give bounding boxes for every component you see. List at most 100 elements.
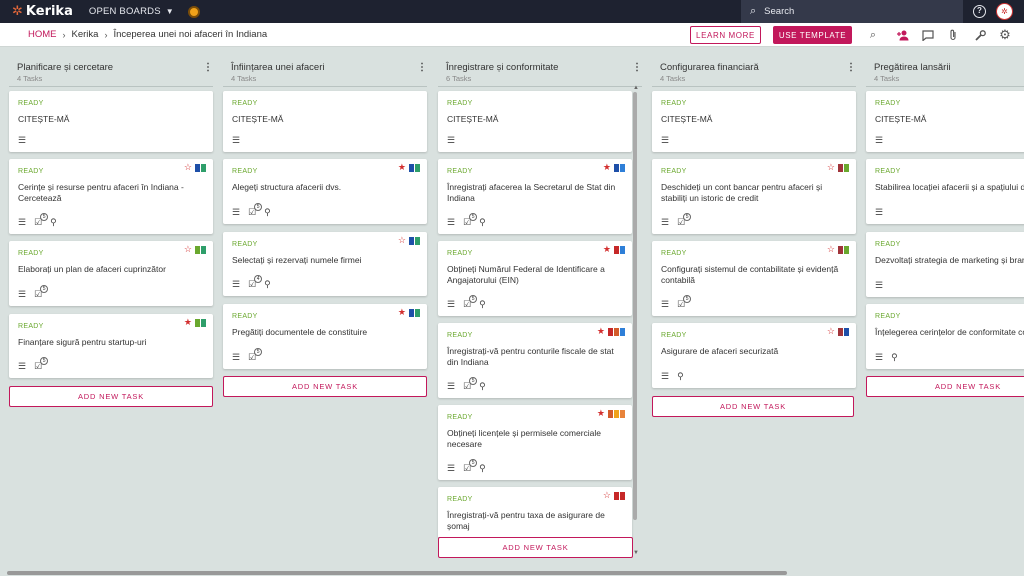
column-task-count: 4 Tasks <box>660 74 686 83</box>
status-label: READY <box>875 168 901 175</box>
task-card[interactable]: READY Înțelegerea cerințelor de conformi… <box>866 304 1024 369</box>
add-person-icon[interactable] <box>896 28 910 42</box>
task-card[interactable]: ☆ READY Înregistrați-vă pentru taxa de a… <box>438 487 632 537</box>
sun-badge-icon[interactable] <box>187 5 200 18</box>
more-vert-icon[interactable]: ⋮ <box>203 62 213 73</box>
description-icon: ☰ <box>232 352 241 362</box>
column-title[interactable]: Planificare și cercetare <box>17 62 213 73</box>
star-filled-icon[interactable]: ★ <box>184 318 192 327</box>
column-title[interactable]: Înregistrare și conformitate <box>446 62 642 73</box>
bookmark-icon <box>620 245 625 254</box>
checklist-count: 5 <box>254 348 263 356</box>
more-vert-icon[interactable]: ⋮ <box>846 62 856 73</box>
scroll-up-arrow-icon[interactable]: ▲ <box>633 85 639 91</box>
column-task-count: 4 Tasks <box>874 74 900 83</box>
task-title: CITEȘTE-MĂ <box>661 114 713 124</box>
task-card[interactable]: READY CITEȘTE-MĂ ☰ <box>866 91 1024 152</box>
breadcrumb-home[interactable]: HOME <box>28 29 57 40</box>
breadcrumb-item-kerika[interactable]: Kerika <box>72 29 99 40</box>
star-filled-icon[interactable]: ★ <box>603 163 611 172</box>
task-card[interactable]: ☆ READY Elaborați un plan de afaceri cup… <box>9 241 213 306</box>
star-outline-icon[interactable]: ☆ <box>827 245 835 254</box>
use-template-button[interactable]: USE TEMPLATE <box>773 26 852 44</box>
star-outline-icon[interactable]: ☆ <box>827 163 835 172</box>
task-card[interactable]: ★ READY Finanțare sigură pentru startup-… <box>9 314 213 378</box>
add-new-task-button[interactable]: ADD NEW TASK <box>9 386 213 407</box>
task-card[interactable]: READY Dezvoltați strategia de marketing … <box>866 232 1024 297</box>
star-filled-icon[interactable]: ★ <box>597 327 605 336</box>
star-filled-icon[interactable]: ★ <box>597 409 605 418</box>
logo-text: Kerika <box>25 4 73 19</box>
star-outline-icon[interactable]: ☆ <box>184 245 192 254</box>
task-card[interactable]: READY CITEȘTE-MĂ ☰ <box>223 91 427 152</box>
attachment-icon[interactable] <box>946 28 960 42</box>
task-card[interactable]: ★ READY Obțineți Numărul Federal de Iden… <box>438 241 632 316</box>
star-filled-icon[interactable]: ★ <box>398 163 406 172</box>
kerika-logo[interactable]: ✲ Kerika <box>12 4 73 19</box>
open-boards-menu[interactable]: OPEN BOARDS ▼ <box>89 6 174 17</box>
column-scrollbar[interactable] <box>633 92 637 520</box>
star-outline-icon[interactable]: ☆ <box>603 491 611 500</box>
bookmark-icon <box>608 327 613 336</box>
bookmark-icon <box>415 308 420 317</box>
task-card[interactable]: ☆ READY Cerințe și resurse pentru afacer… <box>9 159 213 234</box>
status-label: READY <box>447 332 473 339</box>
task-card[interactable]: ★ READY Pregătiți documentele de constit… <box>223 304 427 369</box>
task-tags: ★ <box>184 318 206 327</box>
task-card[interactable]: READY CITEȘTE-MĂ ☰ <box>438 91 632 152</box>
attachment-icon: ⚲ <box>479 299 486 309</box>
scroll-down-arrow-icon[interactable]: ▼ <box>633 550 639 556</box>
task-card[interactable]: ☆ READY Asigurare de afaceri securizată … <box>652 323 856 388</box>
star-outline-icon[interactable]: ☆ <box>398 236 406 245</box>
gear-icon[interactable]: ⚙ <box>998 27 1012 42</box>
task-card[interactable]: ★ READY Înregistrați-vă pentru conturile… <box>438 323 632 398</box>
column-title[interactable]: Configurarea financiară <box>660 62 856 73</box>
star-filled-icon[interactable]: ★ <box>603 245 611 254</box>
star-filled-icon[interactable]: ★ <box>398 308 406 317</box>
board-horizontal-scrollbar[interactable] <box>7 571 787 575</box>
learn-more-button[interactable]: LEARN MORE <box>690 26 761 44</box>
column-title[interactable]: Pregătirea lansării <box>874 62 1024 73</box>
task-board: Planificare și cercetare 4 Tasks ⋮ READY… <box>0 48 1024 570</box>
bookmark-icon <box>614 409 619 418</box>
bookmark-icon <box>409 308 414 317</box>
chat-icon[interactable] <box>921 28 935 42</box>
status-label: READY <box>232 100 258 107</box>
task-card[interactable]: READY CITEȘTE-MĂ ☰ <box>652 91 856 152</box>
bookmark-icon <box>614 163 619 172</box>
search-bar[interactable]: ⌕ Search <box>741 0 963 23</box>
avatar[interactable]: ✲ <box>996 3 1013 20</box>
wrench-icon[interactable] <box>973 28 987 42</box>
add-new-task-button[interactable]: ADD NEW TASK <box>438 537 633 558</box>
bookmark-icon <box>409 163 414 172</box>
column-title[interactable]: Înființarea unei afaceri <box>231 62 427 73</box>
task-card[interactable]: ☆ READY Configurați sistemul de contabil… <box>652 241 856 316</box>
star-outline-icon[interactable]: ☆ <box>827 327 835 336</box>
checklist-icon: ☑ 5 <box>463 377 478 391</box>
add-new-task-button[interactable]: ADD NEW TASK <box>652 396 854 417</box>
task-tags: ★ <box>398 308 420 317</box>
column-task-count: 6 Tasks <box>446 74 472 83</box>
add-new-task-button[interactable]: ADD NEW TASK <box>223 376 427 397</box>
search-icon[interactable]: ⌕ <box>866 28 880 42</box>
column-task-count: 4 Tasks <box>231 74 257 83</box>
task-card[interactable]: ☆ READY Deschideți un cont bancar pentru… <box>652 159 856 234</box>
search-placeholder: Search <box>764 6 795 17</box>
task-card[interactable]: ★ READY Alegeți structura afacerii dvs. … <box>223 159 427 224</box>
task-card[interactable]: READY CITEȘTE-MĂ ☰ <box>9 91 213 152</box>
attachment-icon: ⚲ <box>479 217 486 227</box>
status-label: READY <box>232 241 258 248</box>
task-title: CITEȘTE-MĂ <box>18 114 70 124</box>
more-vert-icon[interactable]: ⋮ <box>417 62 427 73</box>
bookmark-icon <box>415 236 420 245</box>
task-title: Configurați sistemul de contabilitate și… <box>661 264 839 285</box>
task-card[interactable]: ★ READY Obțineți licențele și permisele … <box>438 405 632 480</box>
more-vert-icon[interactable]: ⋮ <box>632 62 642 73</box>
add-new-task-button[interactable]: ADD NEW TASK <box>866 376 1024 397</box>
help-icon[interactable]: ? <box>973 5 986 18</box>
description-icon: ☰ <box>447 463 456 473</box>
task-card[interactable]: ☆ READY Selectați și rezervați numele fi… <box>223 232 427 296</box>
task-card[interactable]: ★ READY Înregistrați afacerea la Secreta… <box>438 159 632 234</box>
task-card[interactable]: READY Stabilirea locației afacerii și a … <box>866 159 1024 224</box>
star-outline-icon[interactable]: ☆ <box>184 163 192 172</box>
